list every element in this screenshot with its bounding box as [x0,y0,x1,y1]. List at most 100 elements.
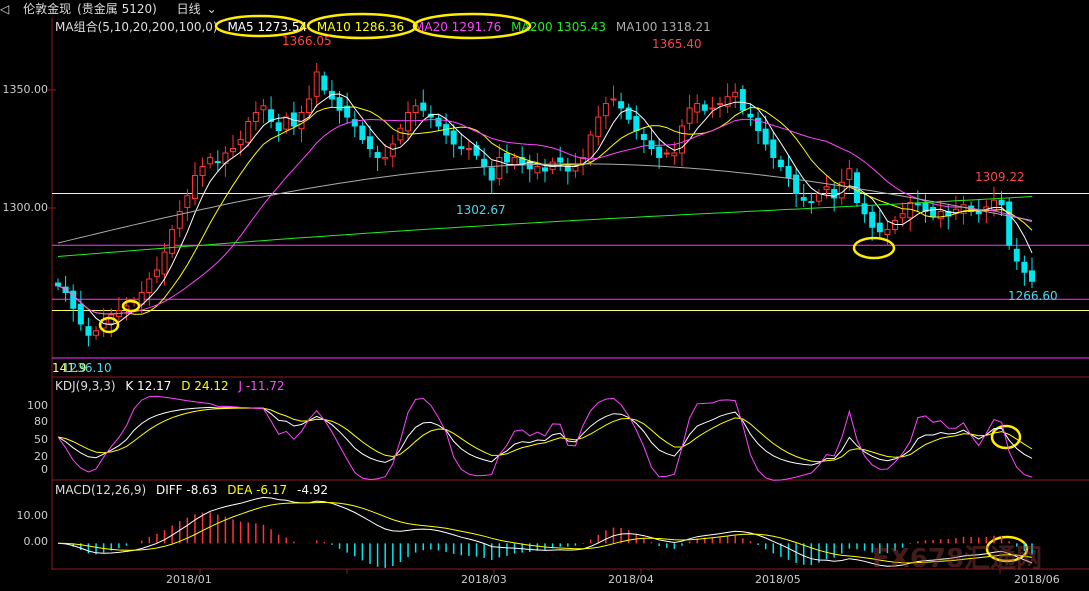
candle-body [602,103,609,117]
candle-body [397,127,404,141]
candle-body [663,152,670,155]
candle-body [640,134,647,141]
candle-body [191,175,198,199]
chart-canvas[interactable] [0,0,1089,591]
candle-body [884,229,891,235]
candle-body [1006,201,1013,246]
candle-body [808,201,815,204]
kdj-tick: 100 [27,399,48,412]
candle-body [511,157,518,166]
ma10-line [57,106,1033,315]
candle-body [610,98,617,101]
candle-body [389,143,396,157]
price-tick: 1350.00 [2,83,49,96]
candle-body [366,136,373,150]
candle-body [93,330,100,336]
candle-body [800,197,807,201]
candle-body [747,113,754,118]
candle-body [785,166,792,179]
highlight-ellipse [412,12,532,40]
candle-body [138,292,145,305]
candle-body [998,199,1005,206]
candle-body [542,167,548,172]
candle-body [815,193,822,202]
kdj-tick: 50 [34,433,48,446]
candle-body [648,140,655,150]
candle-body [557,157,564,163]
candle-body [283,116,290,130]
high-annotation: 1309.22 [975,170,1025,184]
candle-body [717,103,724,105]
candle-body [1029,270,1035,282]
candle-body [321,75,328,91]
date-label: 2018/01 [166,573,212,586]
candle-body [686,107,693,124]
candle-body [146,278,153,293]
candle-body [199,166,206,176]
candle-body [732,91,739,98]
candle-body [420,102,427,111]
macd-tick: 10.00 [16,509,49,522]
candle-body [465,148,472,150]
candle-body [153,269,160,277]
highlight-ellipse [990,424,1022,450]
candle-body [534,166,541,174]
candle-body [701,104,708,111]
candle-body [770,139,777,158]
price-tick: 1300.00 [2,201,49,214]
candle-body [572,166,579,172]
date-label: 2018/03 [461,573,507,586]
kdj-j-line [57,395,1033,481]
candle-body [405,112,412,132]
candle-body [214,161,221,164]
candle-body [230,148,237,153]
candle-body [823,186,830,190]
ma200-line [57,196,1033,257]
kdj-tick: 20 [34,450,48,463]
candle-body [762,128,769,145]
candle-body [777,159,784,167]
candle-body [633,116,640,132]
date-label: 2018/04 [608,573,654,586]
ma20-line [57,118,1033,315]
date-label: 2018/05 [755,573,801,586]
candle-body [336,97,343,111]
kdj-d-line [57,407,1033,463]
candle-body [207,157,214,165]
candle-body [260,105,267,111]
candle-body [481,158,488,168]
candle-body [694,103,701,113]
candle-body [656,146,663,158]
candle-body [374,152,381,159]
candle-body [77,303,84,325]
candle-body [488,167,495,181]
candle-body [237,139,244,145]
candle-body [831,188,838,199]
candle-body [85,326,92,336]
candle-body [846,168,853,181]
candle-body [313,71,320,97]
candle-body [564,164,571,172]
candle-body [930,206,937,217]
candle-body [618,101,625,109]
candle-body [709,107,716,110]
candle-body [503,152,510,163]
candle-body [1013,248,1020,262]
kdj-tick: 80 [34,415,48,428]
candle-body [587,134,594,163]
candle-body [252,112,259,122]
candle-body [595,116,602,137]
last-price-annotation: 1266.60 [1008,289,1058,303]
candle-body [184,195,191,208]
candle-body [876,222,883,233]
highlight-ellipse [852,236,896,260]
candle-body [306,98,313,113]
candle-body [739,89,746,111]
candle-body [937,211,944,220]
candle-body [412,105,419,113]
candle-body [1021,261,1028,273]
candle-body [869,211,876,228]
candle-body [450,130,457,145]
low-annotation: 1302.67 [456,203,506,217]
candle-body [671,152,678,157]
